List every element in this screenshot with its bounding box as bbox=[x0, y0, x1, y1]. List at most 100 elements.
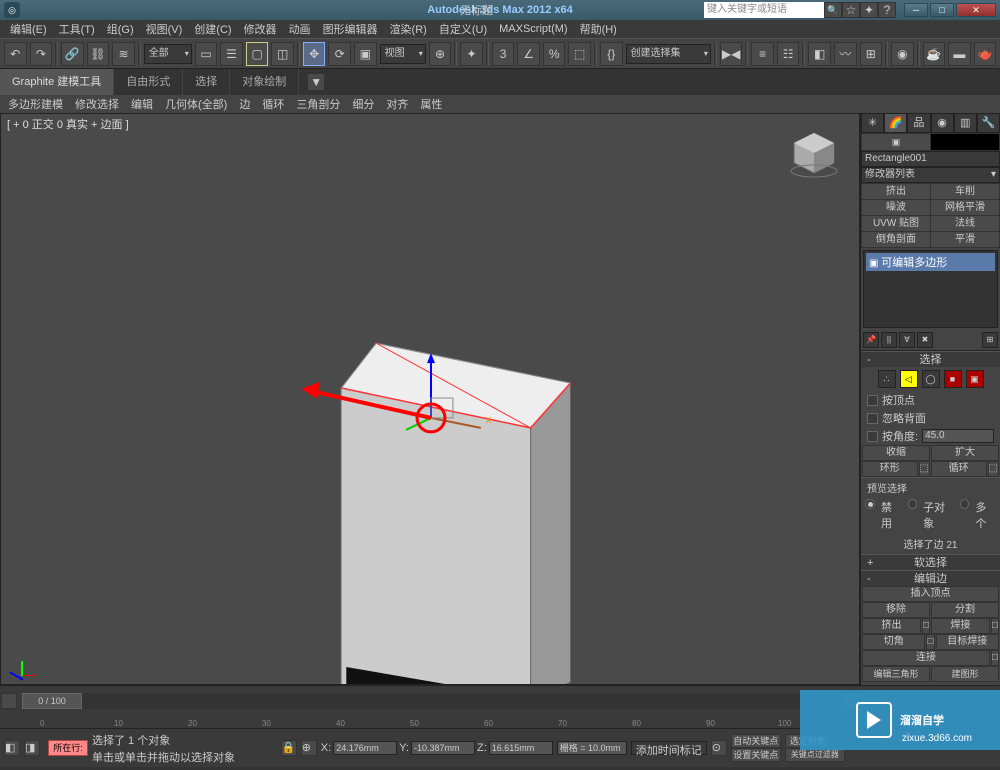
select-manipulate-button[interactable]: ✦ bbox=[460, 42, 483, 66]
ribbon-tab-modeling[interactable]: Graphite 建模工具 bbox=[0, 69, 114, 95]
menu-views[interactable]: 视图(V) bbox=[140, 21, 189, 37]
angle-snap-button[interactable]: ∠ bbox=[517, 42, 540, 66]
edit-edges-rollout[interactable]: 编辑边 bbox=[861, 570, 1000, 586]
comm-center-icon[interactable]: ☆ bbox=[842, 2, 860, 18]
minimize-button[interactable]: ─ bbox=[904, 3, 928, 17]
viewport[interactable]: [ + 0 正交 0 真实 + 边面 ] x bbox=[0, 113, 860, 685]
poly-align[interactable]: 对齐 bbox=[386, 96, 408, 112]
menu-render[interactable]: 渲染(R) bbox=[384, 21, 433, 37]
abs-rel-icon[interactable]: ⊕ bbox=[301, 740, 317, 756]
selection-rollout[interactable]: 选择 bbox=[861, 351, 1000, 367]
prompt-icon[interactable]: ◨ bbox=[24, 740, 40, 756]
extrude-button[interactable]: 挤出 bbox=[862, 618, 921, 634]
vertex-subobj-icon[interactable]: ∴ bbox=[878, 370, 896, 388]
bind-spacewarp-button[interactable]: ≋ bbox=[112, 42, 135, 66]
connect-settings[interactable]: □ bbox=[991, 650, 999, 666]
modifier-stack[interactable]: ▣ 可编辑多边形 bbox=[863, 250, 998, 328]
graphite-button[interactable]: ◧ bbox=[808, 42, 831, 66]
utilities-tab[interactable]: 🔧 bbox=[977, 113, 1000, 133]
modifier-list-drop[interactable]: 修改器列表 bbox=[861, 167, 1000, 183]
preview-subobj-radio[interactable] bbox=[908, 499, 917, 509]
isolate-icon[interactable]: ⊙ bbox=[711, 740, 727, 756]
slider-track[interactable]: 0 / 100 bbox=[22, 693, 838, 709]
color-swatch[interactable] bbox=[931, 134, 999, 150]
chamfer-settings[interactable]: □ bbox=[926, 634, 934, 650]
menu-create[interactable]: 创建(C) bbox=[188, 21, 237, 37]
poly-geom[interactable]: 几何体(全部) bbox=[165, 96, 227, 112]
poly-edges[interactable]: 边 bbox=[239, 96, 250, 112]
render-setup-button[interactable]: ☕ bbox=[923, 42, 946, 66]
show-end-icon[interactable]: || bbox=[881, 332, 897, 348]
window-crossing-button[interactable]: ◫ bbox=[271, 42, 294, 66]
connect-button[interactable]: 连接 bbox=[862, 650, 990, 666]
add-time-tag[interactable]: 添加时间标记 bbox=[631, 741, 707, 755]
preview-off-radio[interactable] bbox=[865, 499, 875, 509]
viewport-label[interactable]: [ + 0 正交 0 真实 + 边面 ] bbox=[7, 116, 129, 132]
display-tab[interactable]: ▥ bbox=[954, 113, 977, 133]
ring-spin[interactable]: ⬚ bbox=[919, 461, 930, 477]
curve-editor-button[interactable]: 〰 bbox=[834, 42, 857, 66]
extrude-settings[interactable]: □ bbox=[922, 618, 930, 634]
grow-button[interactable]: 扩大 bbox=[931, 445, 999, 461]
select-rotate-button[interactable]: ⟳ bbox=[328, 42, 351, 66]
mod-bevel[interactable]: 倒角剖面 bbox=[862, 232, 930, 247]
make-unique-icon[interactable]: ∀ bbox=[899, 332, 915, 348]
pin-stack-icon[interactable]: 📌 bbox=[863, 332, 879, 348]
select-by-name-button[interactable]: ☰ bbox=[220, 42, 243, 66]
menu-graph[interactable]: 图形编辑器 bbox=[317, 21, 384, 37]
ring-button[interactable]: 环形 bbox=[862, 461, 918, 477]
search-icon[interactable]: 🔍 bbox=[824, 2, 842, 18]
viewcube[interactable] bbox=[789, 128, 839, 178]
ribbon-min-icon[interactable]: ▼ bbox=[307, 73, 325, 91]
x-coord-input[interactable]: 24.176mm bbox=[333, 741, 397, 755]
loop-button[interactable]: 循环 bbox=[931, 461, 987, 477]
insert-vertex-button[interactable]: 插入顶点 bbox=[862, 586, 999, 602]
mod-noise[interactable]: 噪波 bbox=[862, 200, 930, 215]
chamfer-button[interactable]: 切角 bbox=[862, 634, 925, 650]
preview-multi-radio[interactable] bbox=[960, 499, 969, 509]
motion-tab[interactable]: ◉ bbox=[931, 113, 954, 133]
mod-meshsmooth[interactable]: 网格平滑 bbox=[931, 200, 999, 215]
auto-key-button[interactable]: 自动关键点 bbox=[731, 734, 781, 748]
slider-prev-icon[interactable] bbox=[1, 693, 17, 709]
percent-snap-button[interactable]: % bbox=[543, 42, 566, 66]
sub-tab-1[interactable]: ▣ bbox=[862, 134, 930, 150]
link-button[interactable]: 🔗 bbox=[61, 42, 84, 66]
by-angle-check[interactable] bbox=[867, 431, 878, 442]
poly-edit[interactable]: 编辑 bbox=[131, 96, 153, 112]
snap-toggle-button[interactable]: 3 bbox=[492, 42, 515, 66]
select-move-button[interactable]: ✥ bbox=[303, 42, 326, 66]
modifier-item[interactable]: ▣ 可编辑多边形 bbox=[866, 253, 995, 271]
shrink-button[interactable]: 收缩 bbox=[862, 445, 930, 461]
loop-spin[interactable]: ⬚ bbox=[988, 461, 999, 477]
hierarchy-tab[interactable]: 品 bbox=[907, 113, 930, 133]
border-subobj-icon[interactable]: ◯ bbox=[922, 370, 940, 388]
row-label-button[interactable]: 所在行: bbox=[48, 740, 88, 756]
align-button[interactable]: ≡ bbox=[751, 42, 774, 66]
select-scale-button[interactable]: ▣ bbox=[354, 42, 377, 66]
mod-extrude[interactable]: 挤出 bbox=[862, 184, 930, 199]
menu-group[interactable]: 组(G) bbox=[101, 21, 140, 37]
unlink-button[interactable]: ⛓ bbox=[87, 42, 110, 66]
help-search-input[interactable]: 键入关键字或短语 bbox=[704, 2, 824, 18]
ref-coord-drop[interactable]: 视图 bbox=[380, 44, 426, 64]
menu-edit[interactable]: 编辑(E) bbox=[4, 21, 53, 37]
weld-button[interactable]: 焊接 bbox=[931, 618, 990, 634]
render-button[interactable]: 🫖 bbox=[974, 42, 997, 66]
edge-subobj-icon[interactable]: ◁ bbox=[900, 370, 918, 388]
selection-filter-drop[interactable]: 全部 bbox=[144, 44, 192, 64]
ribbon-tab-paint[interactable]: 对象绘制 bbox=[230, 69, 299, 95]
angle-spinner[interactable]: 45.0 bbox=[922, 429, 994, 443]
poly-modify-sel[interactable]: 修改选择 bbox=[75, 96, 119, 112]
remove-mod-icon[interactable]: ✖ bbox=[917, 332, 933, 348]
render-frame-button[interactable]: ▬ bbox=[948, 42, 971, 66]
mirror-button[interactable]: ▶◀ bbox=[720, 42, 743, 66]
menu-help[interactable]: 帮助(H) bbox=[574, 21, 623, 37]
material-editor-button[interactable]: ◉ bbox=[891, 42, 914, 66]
ribbon-tab-freeform[interactable]: 自由形式 bbox=[114, 69, 183, 95]
polygon-subobj-icon[interactable]: ■ bbox=[944, 370, 962, 388]
mod-lathe[interactable]: 车削 bbox=[931, 184, 999, 199]
slider-thumb[interactable]: 0 / 100 bbox=[22, 693, 82, 709]
poly-props[interactable]: 属性 bbox=[420, 96, 442, 112]
config-sets-icon[interactable]: ⊞ bbox=[982, 332, 998, 348]
